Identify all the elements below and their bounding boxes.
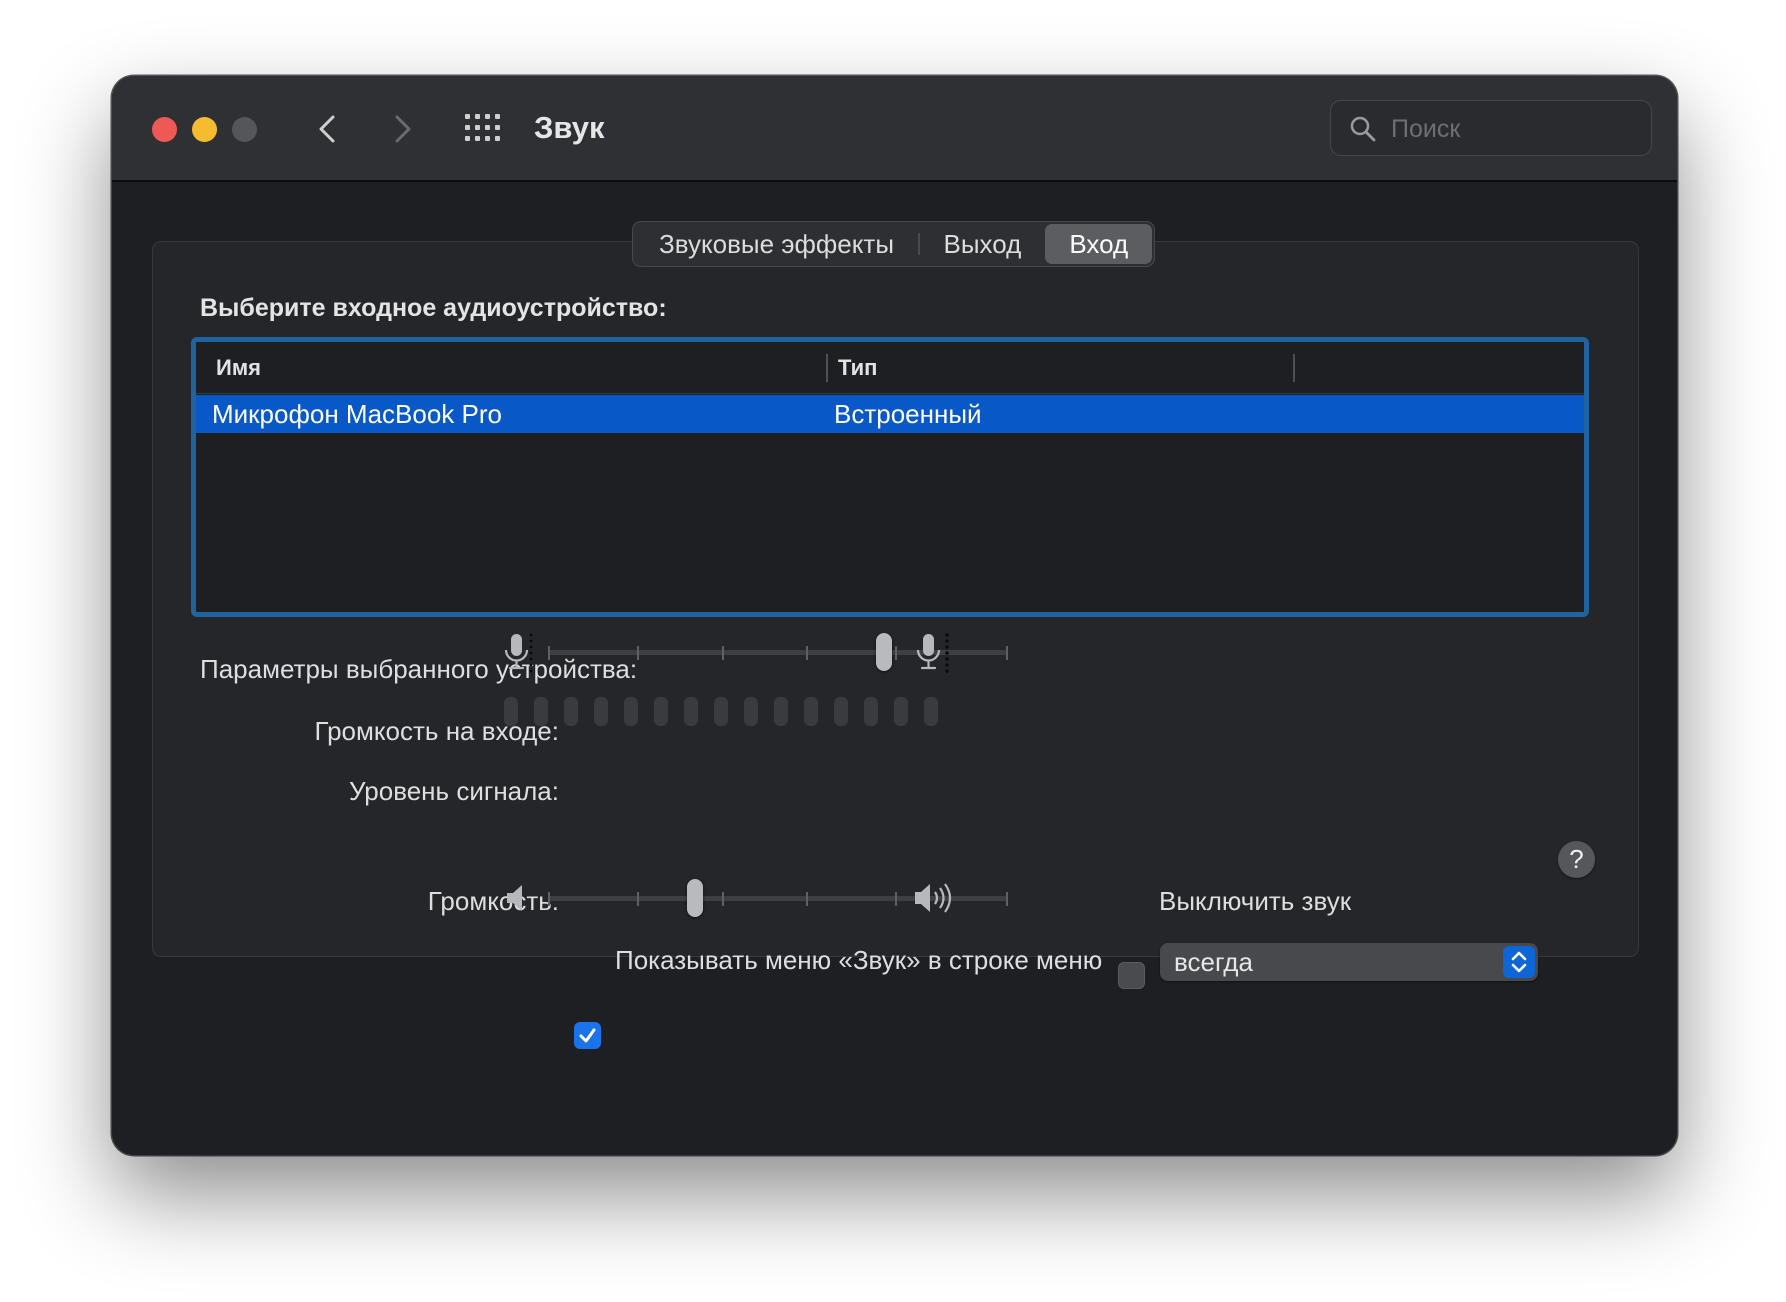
level-segment — [594, 697, 608, 726]
search-icon — [1350, 116, 1376, 142]
title-bar: Звук — [112, 76, 1677, 182]
slider-tick — [1006, 646, 1008, 660]
show-menu-checkbox[interactable] — [574, 1022, 601, 1049]
microphone-high-icon — [916, 633, 949, 673]
level-segment — [864, 697, 878, 726]
column-header-type[interactable]: Тип — [838, 342, 877, 393]
slider-tick — [895, 892, 897, 906]
tab-sound-effects[interactable]: Звуковые эффекты — [635, 224, 918, 264]
table-row[interactable]: Микрофон MacBook Pro Встроенный — [196, 395, 1584, 433]
slider-tick — [548, 892, 550, 906]
popup-stepper — [1503, 946, 1535, 978]
mute-checkbox[interactable] — [1118, 962, 1145, 989]
grid-icon — [465, 114, 500, 141]
level-segment — [564, 697, 578, 726]
slider-tick — [548, 646, 550, 660]
column-header-name[interactable]: Имя — [216, 342, 261, 393]
signal-level-label: Уровень сигнала: — [348, 776, 559, 806]
speaker-high-icon — [915, 883, 952, 913]
up-down-chevron-icon — [1511, 951, 1527, 973]
slider-tick — [895, 646, 897, 660]
tab-output[interactable]: Выход — [920, 224, 1046, 264]
input-volume-label: Громкость на входе: — [314, 716, 559, 746]
search-input[interactable] — [1389, 109, 1643, 149]
volume-label: Громкость: — [427, 886, 559, 916]
column-divider[interactable] — [826, 354, 828, 382]
level-segment — [654, 697, 668, 726]
tab-bar: Звуковые эффекты Выход Вход — [632, 221, 1156, 267]
slider-knob[interactable] — [875, 633, 892, 671]
level-segment — [894, 697, 908, 726]
level-segment — [714, 697, 728, 726]
slider-tick — [722, 646, 724, 660]
level-segment — [774, 697, 788, 726]
device-section-title: Выберите входное аудиоустройство: — [200, 294, 667, 322]
chevron-right-icon — [395, 115, 411, 143]
level-segment — [804, 697, 818, 726]
slider-tick — [806, 646, 808, 660]
microphone-low-icon — [504, 633, 533, 673]
show-menu-label: Показывать меню «Звук» в строке меню — [615, 945, 1103, 975]
slider-tick — [806, 892, 808, 906]
help-button[interactable]: ? — [1558, 841, 1595, 878]
minimize-button[interactable] — [192, 117, 217, 142]
slider-knob[interactable] — [687, 879, 704, 917]
speaker-low-icon — [507, 885, 522, 911]
level-segment — [684, 697, 698, 726]
slider-tick — [1006, 892, 1008, 906]
tab-input[interactable]: Вход — [1045, 224, 1153, 264]
level-segment — [744, 697, 758, 726]
chevron-left-icon — [319, 115, 335, 143]
window-title: Звук — [534, 110, 605, 145]
search-field[interactable] — [1330, 100, 1652, 156]
mute-label: Выключить звук — [1159, 886, 1352, 916]
level-segment — [534, 697, 548, 726]
sound-preferences-window: Звук Звуковые эффекты Выход Вход Выберит… — [112, 76, 1677, 1155]
level-segment — [924, 697, 938, 726]
device-table[interactable]: Имя Тип Микрофон MacBook Pro Встроенный — [191, 337, 1589, 617]
level-segment — [504, 697, 518, 726]
table-header: Имя Тип — [196, 342, 1584, 394]
popup-value: всегда — [1174, 947, 1253, 977]
level-segment — [624, 697, 638, 726]
device-type: Встроенный — [834, 399, 982, 429]
slider-tick — [637, 892, 639, 906]
slider-tick — [637, 646, 639, 660]
forward-button[interactable] — [382, 109, 422, 149]
checkmark-icon — [579, 1028, 596, 1043]
column-divider[interactable] — [1293, 354, 1295, 382]
show-menu-popup[interactable]: всегда — [1160, 943, 1538, 981]
close-button[interactable] — [152, 117, 177, 142]
slider-tick — [722, 892, 724, 906]
back-button[interactable] — [308, 109, 348, 149]
zoom-button[interactable] — [232, 117, 257, 142]
show-all-button[interactable] — [464, 112, 502, 144]
level-segment — [834, 697, 848, 726]
device-name: Микрофон MacBook Pro — [212, 399, 502, 429]
